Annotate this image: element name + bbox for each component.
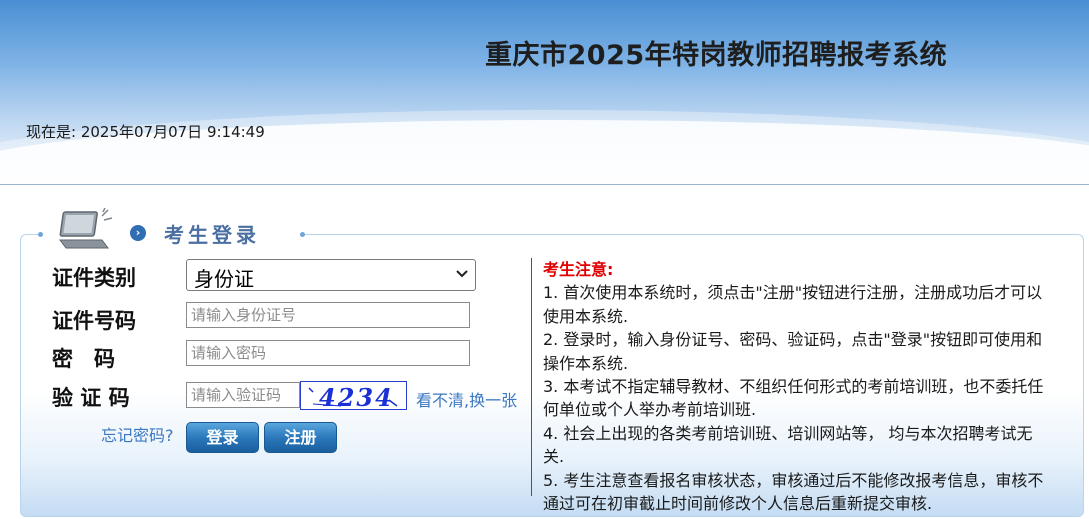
page-header: 重庆市2025年特岗教师招聘报考系统 现在是: 2025年07月07日 9:14… xyxy=(0,0,1089,185)
panel-dot xyxy=(300,232,305,237)
notice-item: 2. 登录时，输入身份证号、密码、验证码，点击"登录"按钮即可使用和操作本系统. xyxy=(543,330,1043,373)
site-title: 重庆市2025年特岗教师招聘报考系统 xyxy=(485,40,948,71)
chevron-right-icon: › xyxy=(130,225,146,241)
forgot-password-link[interactable]: 忘记密码? xyxy=(101,422,174,446)
captcha-input[interactable] xyxy=(186,382,300,408)
captcha-text: 4234 xyxy=(319,383,394,410)
id-type-value: 身份证 xyxy=(194,267,254,291)
notice-item: 4. 社会上出现的各类考前培训班、培训网站等， 均与本次招聘考试无关. xyxy=(543,423,1033,467)
laptop-icon xyxy=(59,208,113,249)
login-title: 考生登录 xyxy=(164,223,260,247)
current-time: 现在是: 2025年07月07日 9:14:49 xyxy=(26,123,265,141)
notice-title: 考生注意: xyxy=(543,260,614,279)
password-input[interactable] xyxy=(186,340,470,366)
vertical-divider xyxy=(531,258,532,496)
notice-item: 5. 考生注意查看报名审核状态，审核通过后不能修改报考信息，审核不通过可在初审截… xyxy=(543,470,1044,514)
login-button[interactable]: 登录 xyxy=(186,422,259,453)
id-type-select[interactable]: 身份证 xyxy=(186,259,476,291)
notice-section: 考生注意: 1. 首次使用本系统时，须点击"注册"按钮进行注册，注册成功后才可以… xyxy=(543,258,1053,515)
notice-item: 1. 首次使用本系统时，须点击"注册"按钮进行注册，注册成功后才可以使用本系统. xyxy=(543,283,1043,326)
captcha-label: 验 证 码 xyxy=(52,386,130,410)
refresh-captcha-link[interactable]: 看不清,换一张 xyxy=(416,387,517,411)
id-type-label: 证件类别 xyxy=(52,266,136,290)
id-number-input[interactable] xyxy=(186,302,470,328)
captcha-image[interactable]: 4234 xyxy=(300,381,407,410)
password-label: 密 码 xyxy=(52,347,115,371)
panel-dot xyxy=(38,232,43,237)
chevron-down-icon xyxy=(456,270,468,278)
register-button[interactable]: 注册 xyxy=(264,422,337,453)
notice-item: 3. 本考试不指定辅导教材、不组织任何形式的考前培训班，也不委托任何单位或个人举… xyxy=(543,377,1044,420)
id-number-label: 证件号码 xyxy=(52,309,136,333)
